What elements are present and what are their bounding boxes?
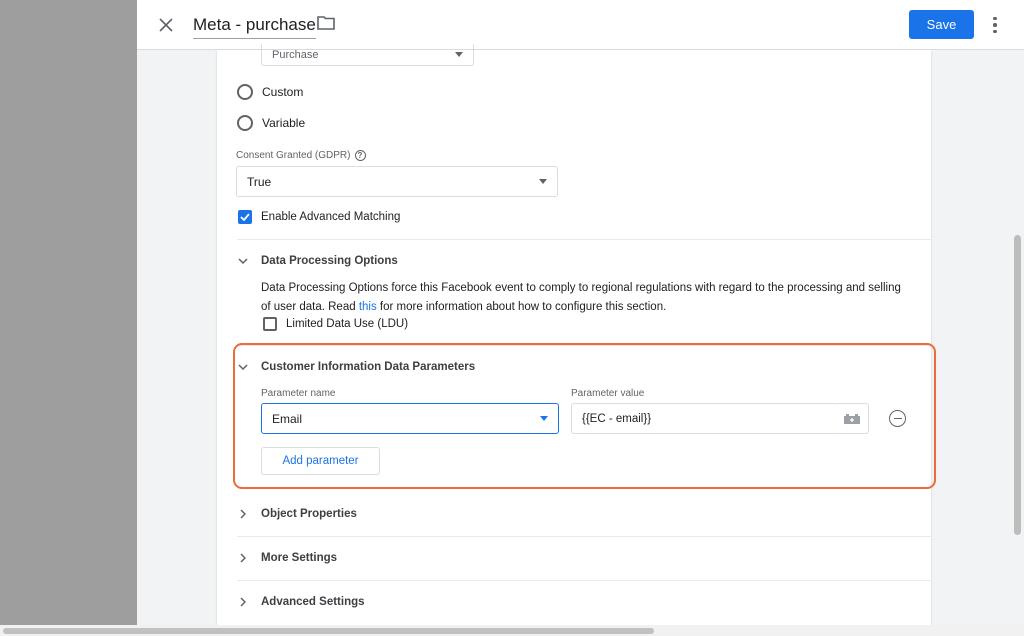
consent-select[interactable]: True	[236, 166, 558, 197]
tag-editor-panel: Meta - purchase Save Purchase Custom Var…	[137, 0, 1024, 625]
radio-custom[interactable]: Custom	[237, 84, 303, 100]
enable-advanced-matching[interactable]: Enable Advanced Matching	[238, 210, 400, 224]
param-value-label: Parameter value	[571, 388, 645, 399]
section-more-settings[interactable]: More Settings	[237, 552, 337, 564]
help-icon[interactable]: ?	[354, 150, 366, 161]
chevron-down-icon	[237, 361, 249, 373]
folder-icon	[317, 16, 335, 30]
more-settings-title: More Settings	[261, 552, 338, 564]
event-name-value: Purchase	[272, 48, 319, 61]
param-value-input[interactable]: {{EC - email}}	[571, 403, 837, 434]
more-options-button[interactable]	[989, 14, 1001, 36]
data-processing-description: Data Processing Options force this Faceb…	[261, 282, 901, 313]
divider	[237, 536, 931, 537]
add-parameter-button[interactable]: Add parameter	[261, 447, 380, 475]
read-more-link[interactable]: this	[359, 301, 377, 313]
advanced-settings-title: Advanced Settings	[261, 596, 365, 608]
section-customer-info[interactable]: Customer Information Data Parameters	[237, 361, 475, 373]
radio-button[interactable]	[237, 115, 253, 131]
more-vert-icon	[993, 16, 997, 21]
param-value-text: {{EC - email}}	[582, 412, 652, 425]
variable-block-icon	[844, 413, 860, 424]
event-name-select[interactable]: Purchase	[261, 44, 474, 66]
section-advanced-settings[interactable]: Advanced Settings	[237, 596, 365, 608]
radio-button[interactable]	[237, 84, 253, 100]
section-object-properties[interactable]: Object Properties	[237, 508, 357, 520]
param-name-label: Parameter name	[261, 388, 336, 399]
chevron-right-icon	[237, 552, 249, 564]
chevron-right-icon	[237, 508, 249, 520]
close-icon	[159, 18, 173, 32]
consent-label-text: Consent Granted (GDPR)	[236, 150, 351, 162]
ldu-label: Limited Data Use (LDU)	[286, 318, 409, 330]
variable-picker-button[interactable]	[836, 403, 869, 434]
customer-info-title: Customer Information Data Parameters	[261, 361, 476, 373]
remove-parameter-button[interactable]	[889, 410, 906, 427]
chevron-right-icon	[237, 596, 249, 608]
close-button[interactable]	[154, 13, 178, 37]
tag-title[interactable]: Meta - purchase	[193, 15, 316, 39]
check-icon	[240, 213, 250, 221]
divider	[237, 239, 931, 240]
param-name-value: Email	[272, 411, 303, 426]
dropdown-caret-icon	[539, 179, 547, 184]
dropdown-caret-icon	[455, 52, 463, 57]
dropdown-caret-icon	[540, 416, 548, 421]
object-properties-title: Object Properties	[261, 508, 357, 520]
data-processing-title: Data Processing Options	[261, 255, 398, 267]
horizontal-scrollbar[interactable]	[3, 628, 654, 634]
overlay-backdrop[interactable]	[0, 0, 137, 636]
advanced-matching-label: Enable Advanced Matching	[261, 211, 401, 223]
limited-data-use[interactable]: Limited Data Use (LDU)	[263, 317, 408, 331]
radio-custom-label: Custom	[262, 85, 304, 99]
folder-button[interactable]	[317, 15, 337, 33]
chevron-down-icon	[237, 255, 249, 267]
divider	[237, 580, 931, 581]
param-name-select[interactable]: Email	[261, 403, 559, 434]
checkbox-checked[interactable]	[238, 210, 252, 224]
radio-variable-label: Variable	[262, 116, 306, 130]
consent-value: True	[247, 174, 272, 189]
editor-header: Meta - purchase Save	[137, 0, 1024, 50]
checkbox-unchecked[interactable]	[263, 317, 277, 331]
radio-variable[interactable]: Variable	[237, 115, 305, 131]
remove-circle-icon	[893, 417, 902, 420]
save-button[interactable]: Save	[909, 10, 974, 39]
vertical-scrollbar[interactable]	[1014, 235, 1021, 535]
consent-label: Consent Granted (GDPR)?	[236, 150, 366, 161]
tag-configuration-card: Purchase Custom Variable Consent Granted…	[217, 44, 936, 625]
section-data-processing[interactable]: Data Processing Options	[237, 255, 398, 267]
